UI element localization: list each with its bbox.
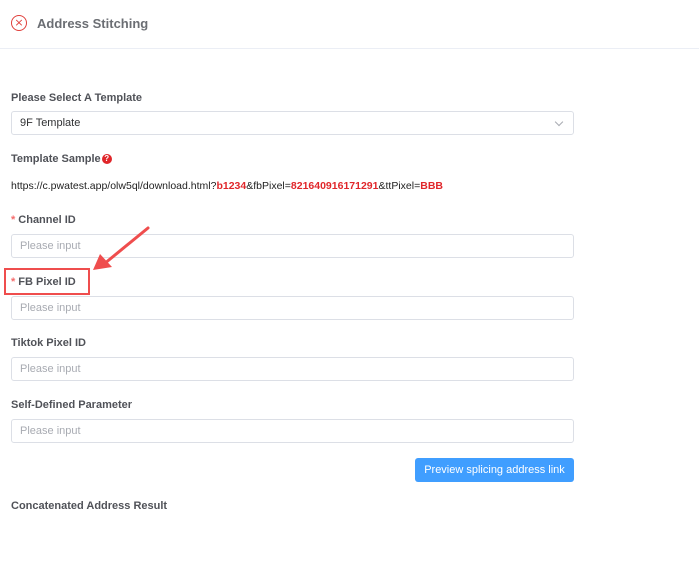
self-defined-parameter-label: Self-Defined Parameter bbox=[11, 399, 133, 411]
sample-url-base: https://c.pwatest.app/olw5ql/download.ht… bbox=[11, 180, 217, 192]
chevron-down-icon bbox=[554, 117, 564, 127]
template-sample-label-text: Template Sample bbox=[11, 153, 101, 165]
preview-link-button[interactable]: Preview splicing address link bbox=[415, 458, 574, 482]
close-icon[interactable]: × bbox=[11, 15, 27, 31]
tiktok-pixel-id-field[interactable] bbox=[11, 357, 574, 381]
sample-channel-value: b1234 bbox=[216, 180, 247, 192]
sample-fb-value: 821640916171291 bbox=[290, 180, 379, 192]
template-sample-label: Template Sample? bbox=[11, 153, 112, 165]
channel-id-label-text: Channel ID bbox=[18, 214, 76, 226]
page-title: Address Stitching bbox=[37, 16, 149, 31]
channel-id-label: * Channel ID bbox=[11, 214, 76, 226]
annotation-arrow-icon bbox=[93, 226, 150, 270]
template-select-label: Please Select A Template bbox=[11, 92, 143, 104]
page-header: × Address Stitching bbox=[0, 0, 699, 49]
template-select[interactable]: 9F Template bbox=[11, 111, 574, 135]
help-icon[interactable]: ? bbox=[101, 154, 112, 164]
template-select-value: 9F Template bbox=[20, 117, 81, 129]
sample-tt-value: BBB bbox=[420, 180, 443, 192]
self-defined-parameter-input[interactable] bbox=[12, 420, 573, 442]
fb-pixel-id-input[interactable] bbox=[12, 297, 573, 319]
result-label: Concatenated Address Result bbox=[11, 500, 168, 512]
template-sample-url: https://c.pwatest.app/olw5ql/download.ht… bbox=[11, 180, 443, 192]
fb-pixel-id-field[interactable] bbox=[11, 296, 574, 320]
self-defined-parameter-field[interactable] bbox=[11, 419, 574, 443]
annotation-highlight-box bbox=[4, 268, 90, 295]
required-mark: * bbox=[11, 214, 16, 226]
sample-tt-param: &ttPixel= bbox=[378, 180, 421, 192]
tiktok-pixel-id-label: Tiktok Pixel ID bbox=[11, 337, 86, 349]
sample-fb-param: &fbPixel= bbox=[246, 180, 291, 192]
tiktok-pixel-id-input[interactable] bbox=[12, 358, 573, 380]
